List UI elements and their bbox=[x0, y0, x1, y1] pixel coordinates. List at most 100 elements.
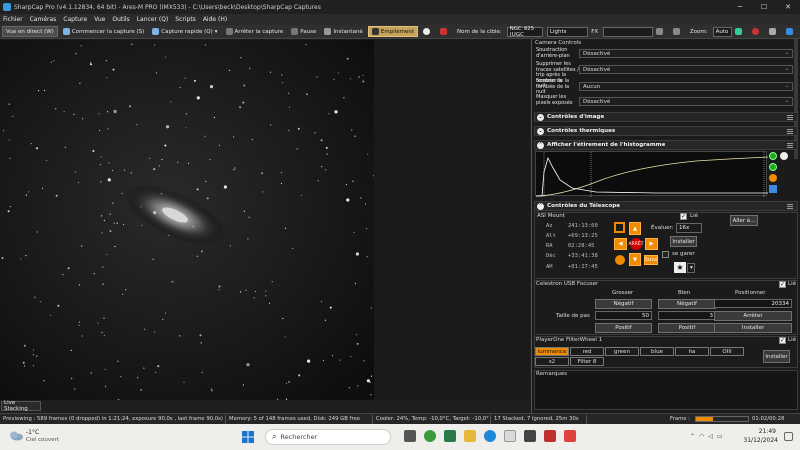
stop-button[interactable]: ARRÊT bbox=[629, 238, 643, 250]
volume-icon[interactable]: ◁ bbox=[708, 433, 713, 440]
clock-time[interactable]: 21:49 bbox=[748, 428, 776, 435]
menu-help[interactable]: Aide (H) bbox=[203, 16, 227, 23]
mount-install-button[interactable]: Installer bbox=[670, 236, 697, 247]
refresh-icon[interactable] bbox=[769, 174, 777, 182]
coarse-positive-button[interactable]: Positif bbox=[595, 323, 652, 333]
chevron-up-icon[interactable]: ⌃ bbox=[690, 433, 695, 440]
stacking-button[interactable]: Empilement bbox=[367, 26, 418, 37]
app-cross-icon[interactable] bbox=[444, 430, 456, 442]
west-arrow-button[interactable]: ◀ bbox=[614, 238, 627, 250]
target-icon-button[interactable] bbox=[437, 26, 452, 37]
south-arrow-button[interactable]: ▼ bbox=[629, 253, 641, 266]
goto-button[interactable]: Aller à... bbox=[730, 215, 758, 226]
histogram-header[interactable]: ⌃ Afficher l'étirement de l'histogramme bbox=[534, 140, 798, 150]
contrast-icon[interactable] bbox=[780, 152, 788, 160]
menu-scripts[interactable]: Scripts bbox=[175, 16, 196, 23]
satellite-select[interactable]: Désactivé ⌄ bbox=[579, 65, 793, 74]
fullscreen-button[interactable] bbox=[670, 26, 685, 37]
wifi-icon[interactable]: ◠ bbox=[699, 433, 704, 440]
north-arrow-button[interactable]: ▲ bbox=[629, 222, 641, 235]
focuser-install-button[interactable]: Installer bbox=[714, 323, 792, 333]
frame-type-select[interactable]: Lights bbox=[546, 26, 589, 37]
notification-icon[interactable] bbox=[784, 432, 793, 441]
focuser-linked-checkbox[interactable]: ✓ bbox=[779, 281, 786, 288]
star-dropdown[interactable]: ▾ bbox=[687, 263, 695, 273]
park-checkbox[interactable] bbox=[662, 251, 669, 258]
histogram-toggle[interactable] bbox=[732, 26, 747, 37]
coarse-step-input[interactable]: 50 bbox=[595, 311, 652, 320]
record-button[interactable] bbox=[420, 26, 435, 37]
app-red-icon[interactable] bbox=[544, 430, 556, 442]
filterwheel-install-button[interactable]: Installer bbox=[763, 350, 790, 363]
stop-capture-button[interactable]: Arrêter la capture bbox=[223, 26, 287, 37]
auto-stretch-icon[interactable] bbox=[769, 152, 777, 160]
filter-green[interactable]: green bbox=[605, 347, 639, 356]
filterwheel-linked-checkbox[interactable]: ✓ bbox=[779, 337, 786, 344]
app-green-icon[interactable] bbox=[424, 430, 436, 442]
crosshair-toggle[interactable] bbox=[749, 26, 764, 37]
maximize-button[interactable]: ☐ bbox=[752, 0, 776, 14]
park-icon[interactable] bbox=[614, 222, 625, 233]
battery-icon[interactable]: ▭ bbox=[717, 433, 723, 440]
coarse-negative-button[interactable]: Négatif bbox=[595, 299, 652, 309]
fine-positive-button[interactable]: Positif bbox=[658, 323, 716, 333]
menu-icon[interactable] bbox=[787, 115, 793, 120]
live-stacking-tab[interactable]: Live Stacking bbox=[1, 400, 41, 412]
save-icon[interactable] bbox=[769, 185, 777, 193]
edge-icon[interactable] bbox=[484, 430, 496, 442]
menu-view[interactable]: Vue bbox=[94, 16, 105, 23]
menu-tools[interactable]: Outils bbox=[112, 16, 129, 23]
target-name-input[interactable]: NGC 925 (UGC bbox=[506, 26, 543, 38]
filter-8[interactable]: Filter 8 bbox=[570, 357, 604, 366]
filter-s2[interactable]: s2 bbox=[535, 357, 569, 366]
app-dark-icon[interactable] bbox=[524, 430, 536, 442]
image-controls-header[interactable]: ⌄ Contrôles d'image bbox=[534, 112, 798, 122]
fine-step-input[interactable]: 3 bbox=[658, 311, 716, 320]
filter-oiii[interactable]: OIII bbox=[710, 347, 744, 356]
tracking-button[interactable]: Suivi bbox=[644, 255, 658, 265]
close-button[interactable]: ✕ bbox=[776, 0, 800, 14]
task-view-icon[interactable] bbox=[404, 430, 416, 442]
settings-button[interactable] bbox=[653, 26, 668, 37]
east-arrow-button[interactable]: ▶ bbox=[645, 238, 658, 250]
file-explorer-icon[interactable] bbox=[464, 430, 476, 442]
filter-blue[interactable]: blue bbox=[640, 347, 674, 356]
filter-luminance[interactable]: luminance bbox=[535, 347, 569, 356]
menu-cameras[interactable]: Caméras bbox=[30, 16, 57, 23]
menu-icon[interactable] bbox=[787, 204, 793, 209]
bg-subtract-select[interactable]: Désactivé ⌄ bbox=[579, 49, 793, 58]
annotate-toggle[interactable] bbox=[766, 26, 781, 37]
start-capture-button[interactable]: Commencer la capture (S) bbox=[60, 26, 147, 37]
star-icon[interactable]: ★ bbox=[674, 262, 686, 273]
minimize-button[interactable]: ─ bbox=[728, 0, 752, 14]
filter-red[interactable]: red bbox=[570, 347, 604, 356]
windows-start-icon[interactable] bbox=[242, 431, 254, 443]
search-box[interactable]: ⌕ Rechercher bbox=[265, 429, 391, 445]
snapshot-button[interactable]: Instantané bbox=[321, 26, 365, 37]
pin-toggle[interactable] bbox=[783, 26, 798, 37]
fine-negative-button[interactable]: Négatif bbox=[658, 299, 716, 309]
clock-date[interactable]: 31/12/2024 bbox=[740, 437, 778, 444]
weather-icon[interactable] bbox=[8, 429, 24, 441]
menu-capture[interactable]: Capture bbox=[63, 16, 87, 23]
mask-select[interactable]: Désactivé ⌄ bbox=[579, 97, 793, 106]
histogram-display[interactable] bbox=[535, 151, 769, 197]
pause-button[interactable]: Pause bbox=[288, 26, 319, 37]
zoom-select[interactable]: Auto bbox=[712, 26, 732, 37]
app-presentation-icon[interactable] bbox=[564, 430, 576, 442]
home-icon[interactable] bbox=[615, 255, 625, 265]
remarks-box[interactable] bbox=[534, 370, 798, 410]
focuser-stop-button[interactable]: Arrêter bbox=[714, 311, 792, 321]
rate-select[interactable]: 16x bbox=[676, 223, 702, 233]
astro-image[interactable] bbox=[0, 40, 374, 400]
reset-stretch-icon[interactable] bbox=[769, 163, 777, 171]
telescope-header[interactable]: ⌃ Contrôles du Télescope bbox=[534, 201, 798, 211]
quick-capture-button[interactable]: Capture rapide (Q) ▾ bbox=[149, 26, 220, 37]
night-scan-select[interactable]: Aucun ⌄ bbox=[579, 82, 793, 91]
filter-ha[interactable]: ha bbox=[675, 347, 709, 356]
live-view-button[interactable]: Vue en direct (W) bbox=[2, 26, 58, 37]
menu-icon[interactable] bbox=[787, 143, 793, 148]
mount-linked-checkbox[interactable]: ✓ bbox=[680, 213, 687, 220]
menu-launch[interactable]: Lancer (Q) bbox=[137, 16, 169, 23]
sharpcap-icon[interactable] bbox=[504, 430, 516, 442]
